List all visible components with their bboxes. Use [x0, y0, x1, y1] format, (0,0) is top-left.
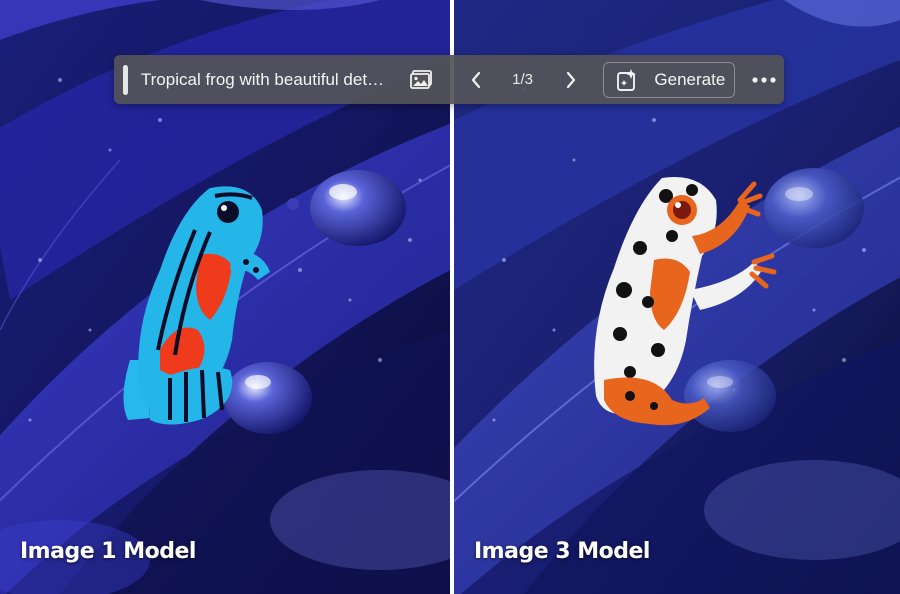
chevron-right-icon [566, 71, 575, 88]
generate-button[interactable]: Generate [603, 61, 735, 98]
drag-handle[interactable] [123, 64, 128, 95]
image-icon [410, 69, 432, 89]
generate-label: Generate [654, 69, 726, 89]
next-button[interactable] [556, 63, 585, 97]
comparison-stage: Image 1 Model Image 3 Model Tropical fro… [0, 0, 900, 594]
prompt-text[interactable]: Tropical frog with beautiful detail... [141, 70, 391, 90]
image-reference-button[interactable] [404, 63, 437, 97]
previous-button[interactable] [462, 63, 491, 97]
more-horizontal-icon [752, 76, 777, 83]
more-options-button[interactable] [745, 63, 784, 97]
image-counter: 1/3 [512, 71, 533, 88]
sparkle-generate-icon [617, 68, 637, 91]
chevron-left-icon [472, 71, 481, 88]
floating-toolbar: Tropical frog with beautiful detail... 1… [114, 55, 784, 104]
image-caption-1: Image 1 Model [20, 539, 196, 564]
image-caption-3: Image 3 Model [474, 539, 650, 564]
